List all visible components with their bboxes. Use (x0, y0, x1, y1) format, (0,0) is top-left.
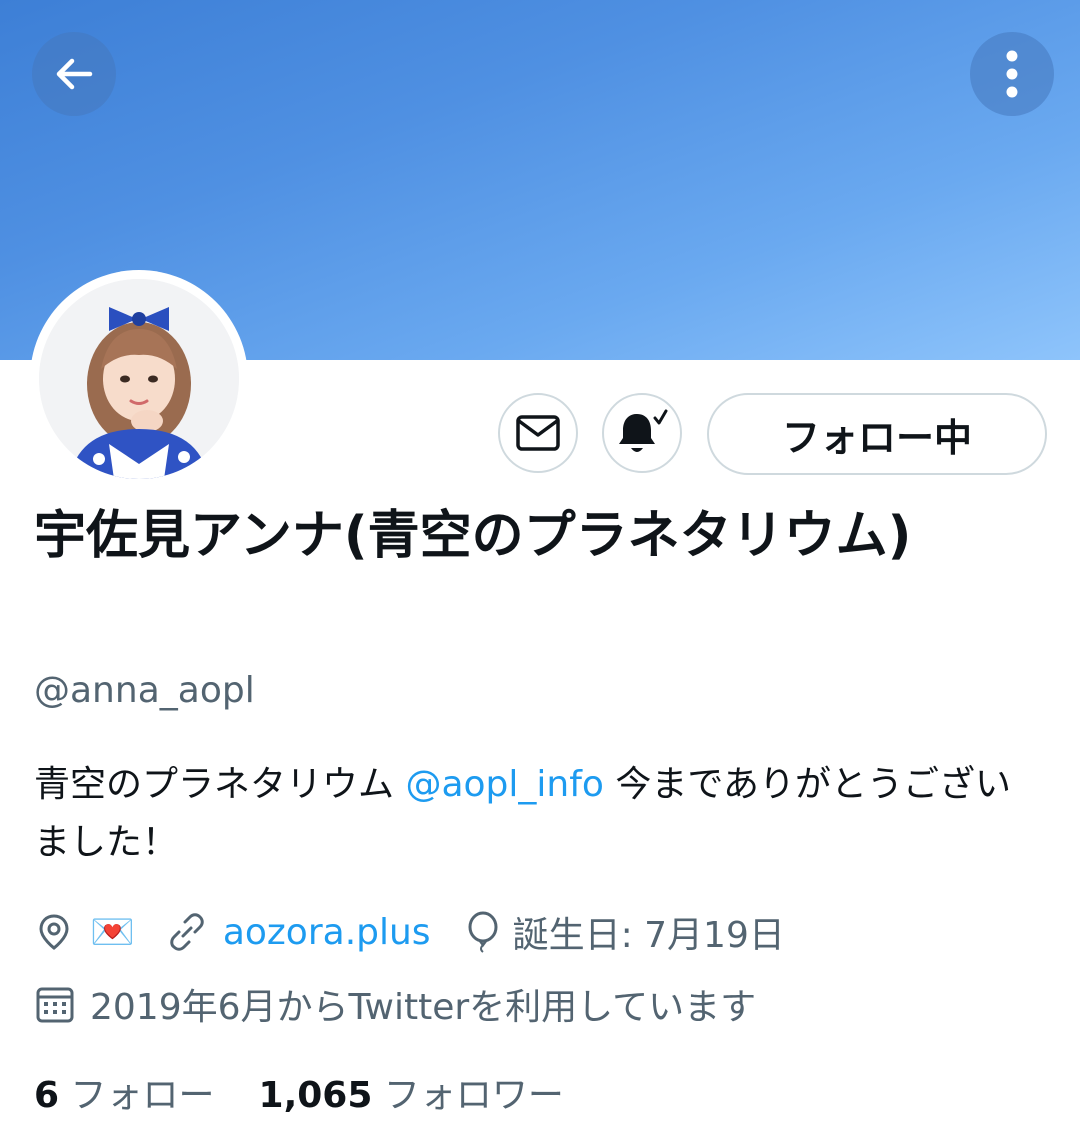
vertical-dots-icon (1006, 50, 1018, 98)
avatar-image (39, 279, 239, 479)
location-text: 💌 (90, 912, 135, 953)
profile-meta-row: 💌 aozora.plus 誕生日: 7月19日 (34, 906, 785, 958)
arrow-left-icon (56, 58, 93, 90)
back-button[interactable] (32, 32, 116, 116)
bio-text: 青空のプラネタリウム (34, 764, 406, 805)
more-options-button[interactable] (970, 32, 1054, 116)
user-handle: @anna_aopl (34, 670, 255, 711)
followers-stat[interactable]: 1,065 フォロワー (259, 1066, 564, 1118)
followers-label: フォロワー (383, 1075, 564, 1116)
following-count: 6 (34, 1075, 60, 1116)
bio-mention-link[interactable]: @aopl_info (405, 764, 603, 805)
following-label: フォロー (70, 1075, 215, 1116)
follow-stats: 6 フォロー 1,065 フォロワー (34, 1066, 564, 1118)
message-button[interactable] (498, 393, 578, 473)
following-button[interactable]: フォロー中 (707, 393, 1047, 475)
joined-date: 2019年6月からTwitterを利用しています (90, 987, 757, 1028)
following-stat[interactable]: 6 フォロー (34, 1066, 215, 1118)
followers-count: 1,065 (258, 1075, 373, 1116)
profile-meta-row: 2019年6月からTwitterを利用しています (34, 978, 756, 1030)
bell-check-icon (619, 409, 668, 452)
following-button-label: フォロー中 (781, 415, 972, 460)
calendar-icon (34, 983, 76, 1025)
avatar[interactable] (30, 270, 248, 488)
display-name: 宇佐見アンナ(青空のプラネタリウム) (34, 506, 912, 566)
birthday-text: 誕生日: 7月19日 (512, 915, 785, 956)
balloon-icon (465, 911, 501, 953)
link-icon (165, 912, 209, 952)
bio: 青空のプラネタリウム @aopl_info 今までありがとうございました！ (34, 756, 1044, 872)
notifications-button[interactable] (602, 393, 682, 473)
website-link[interactable]: aozora.plus (223, 912, 431, 953)
envelope-icon (516, 415, 560, 451)
location-pin-icon (34, 912, 74, 952)
